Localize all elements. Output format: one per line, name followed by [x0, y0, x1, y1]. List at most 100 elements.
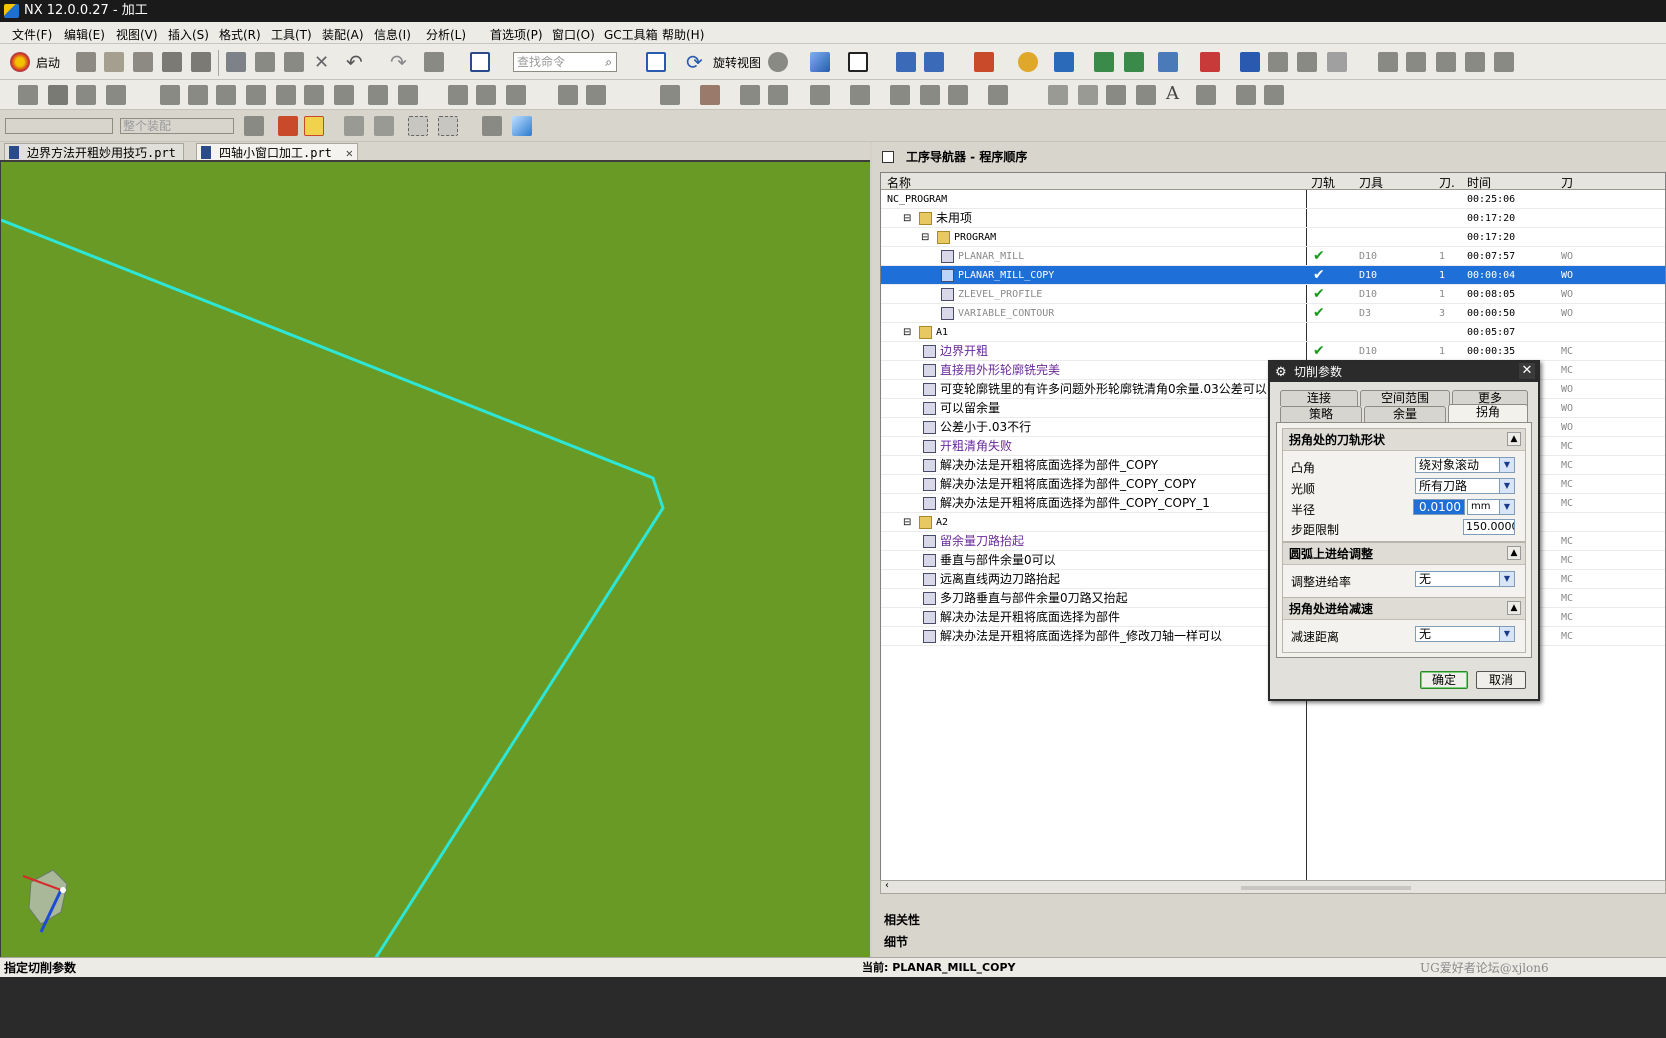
menu-file[interactable]: 文件(F)	[12, 26, 52, 43]
col-toolpath[interactable]: 刀轨	[1311, 174, 1335, 191]
selection-scope-icon[interactable]	[244, 116, 264, 136]
shell-icon[interactable]	[920, 85, 940, 105]
table-row[interactable]: VARIABLE_CONTOUR ✔ D3 3 00:00:50 WO	[881, 304, 1665, 323]
trim-icon[interactable]	[1406, 52, 1426, 72]
text-icon[interactable]: A	[1166, 83, 1179, 104]
tab-corners[interactable]: 拐角	[1448, 404, 1528, 424]
section-header[interactable]: 圆弧上进给调整 ▲	[1283, 543, 1525, 565]
collapse-icon[interactable]: ▲	[1507, 432, 1521, 446]
save-all-icon[interactable]	[191, 52, 211, 72]
generate-toolpath-icon[interactable]	[1054, 52, 1074, 72]
dialog-title-bar[interactable]: ⚙ 切削参数 ✕	[1270, 362, 1538, 382]
stepover-limit-input[interactable]: 150.00000	[1463, 519, 1515, 535]
background-icon[interactable]	[848, 52, 868, 72]
tab-stock[interactable]: 余量	[1364, 406, 1446, 422]
expand-collapse-icon[interactable]: ⊟	[921, 228, 929, 247]
curve-icon[interactable]	[1327, 52, 1347, 72]
distance-icon[interactable]	[1240, 52, 1260, 72]
menu-format[interactable]: 格式(R)	[219, 26, 261, 43]
boss-icon[interactable]	[768, 85, 788, 105]
menu-preferences[interactable]: 首选项(P)	[490, 26, 543, 43]
copy-icon[interactable]	[284, 52, 304, 72]
lasso-select-icon[interactable]	[438, 116, 458, 136]
feeds-icon[interactable]	[398, 85, 418, 105]
table-row[interactable]: PLANAR_MILL ✔ D10 1 00:07:57 WO	[881, 247, 1665, 266]
post-process-icon[interactable]	[1124, 52, 1144, 72]
undo-icon[interactable]: ↶	[346, 50, 363, 74]
chamfer-icon[interactable]	[988, 85, 1008, 105]
clearance-icon[interactable]	[476, 85, 496, 105]
col-tool[interactable]: 刀具	[1359, 174, 1383, 191]
section-view-icon[interactable]	[896, 52, 916, 72]
slowdown-distance-dropdown[interactable]: 无 ▼	[1415, 626, 1515, 642]
ok-button[interactable]: 确定	[1420, 671, 1468, 689]
pattern-icon[interactable]	[1136, 85, 1156, 105]
solid-icon[interactable]	[1268, 52, 1288, 72]
scroll-left-icon[interactable]: ‹	[885, 880, 889, 891]
cancel-button[interactable]: 取消	[1476, 671, 1526, 689]
dependencies-section[interactable]: 相关性	[880, 910, 1666, 930]
fillet-curve-icon[interactable]	[1106, 85, 1126, 105]
close-icon[interactable]: ✕	[1519, 363, 1535, 379]
table-row[interactable]: 边界开粗 ✔ D10 1 00:00:35 MC	[881, 342, 1665, 361]
cut-method-icon[interactable]	[368, 85, 388, 105]
col-name[interactable]: 名称	[887, 174, 911, 191]
rotate-view-label[interactable]: 旋转视图	[713, 54, 761, 71]
orient-view-icon[interactable]	[768, 52, 788, 72]
ipw-icon[interactable]	[448, 85, 468, 105]
rotate-icon[interactable]: ⟳	[686, 50, 703, 74]
save-icon[interactable]	[162, 52, 182, 72]
menu-info[interactable]: 信息(I)	[374, 26, 411, 43]
create-tool-icon[interactable]	[48, 85, 68, 105]
redo-icon[interactable]: ↷	[390, 50, 407, 74]
line-icon[interactable]	[1048, 85, 1068, 105]
offset-surface-icon[interactable]	[1196, 85, 1216, 105]
tab-connections[interactable]: 连接	[1280, 390, 1358, 406]
machine-tool-view-icon[interactable]	[188, 85, 208, 105]
table-row[interactable]: ⊟ 未用项 00:17:20	[881, 209, 1665, 228]
convex-corner-dropdown[interactable]: 绕对象滚动 ▼	[1415, 457, 1515, 473]
feature-icon[interactable]	[1297, 52, 1317, 72]
collapse-icon[interactable]: ▲	[1507, 601, 1521, 615]
method-view-icon[interactable]	[246, 85, 266, 105]
smoothing-dropdown[interactable]: 所有刀路 ▼	[1415, 478, 1515, 494]
table-row[interactable]: ⊟ A1 00:05:07	[881, 323, 1665, 342]
tab-containment[interactable]: 空间范围	[1360, 390, 1450, 406]
graphics-viewport[interactable]	[0, 160, 870, 959]
table-row[interactable]: ZLEVEL_PROFILE ✔ D10 1 00:08:05 WO	[881, 285, 1665, 304]
delete-icon[interactable]: ✕	[314, 52, 329, 73]
analysis-icon[interactable]	[1018, 52, 1038, 72]
point-icon[interactable]	[344, 116, 364, 136]
col-geometry[interactable]: 刀	[1561, 174, 1573, 191]
view-cube-icon[interactable]	[512, 116, 532, 136]
wireframe-icon[interactable]	[482, 116, 502, 136]
sew-icon[interactable]	[1264, 85, 1284, 105]
open-file-icon[interactable]	[104, 52, 124, 72]
menu-window[interactable]: 窗口(O)	[552, 26, 595, 43]
menu-analysis[interactable]: 分析(L)	[426, 26, 466, 43]
table-row[interactable]: PLANAR_MILL_COPY ✔ D10 1 00:00:04 WO	[881, 266, 1665, 285]
start-menu-label[interactable]: 启动	[36, 54, 60, 71]
create-method-icon[interactable]	[106, 85, 126, 105]
cut-icon[interactable]	[255, 52, 275, 72]
menu-gc-toolbox[interactable]: GC工具箱	[604, 26, 658, 43]
section-header[interactable]: 拐角处的刀轨形状 ▲	[1283, 429, 1525, 451]
view-frame-icon[interactable]	[470, 52, 490, 72]
verify-toolpath-icon[interactable]	[1094, 52, 1114, 72]
offset-curve-icon[interactable]	[1465, 52, 1485, 72]
rectangle-select-icon[interactable]	[408, 116, 428, 136]
thicken-icon[interactable]	[1236, 85, 1256, 105]
intersect-icon[interactable]	[890, 85, 910, 105]
menu-insert[interactable]: 插入(S)	[168, 26, 209, 43]
arc-icon[interactable]	[1078, 85, 1098, 105]
tab-strategy[interactable]: 策略	[1280, 406, 1362, 422]
tool-library-icon[interactable]	[586, 85, 606, 105]
display-toolpath-icon[interactable]	[276, 85, 296, 105]
adjust-feed-dropdown[interactable]: 无 ▼	[1415, 571, 1515, 587]
open-recent-icon[interactable]	[133, 52, 153, 72]
menu-help[interactable]: 帮助(H)	[662, 26, 704, 43]
tool-holder-icon[interactable]	[558, 85, 578, 105]
replay-toolpath-icon[interactable]	[304, 85, 324, 105]
spline-icon[interactable]	[1436, 52, 1456, 72]
type-filter-dropdown[interactable]	[5, 118, 113, 134]
